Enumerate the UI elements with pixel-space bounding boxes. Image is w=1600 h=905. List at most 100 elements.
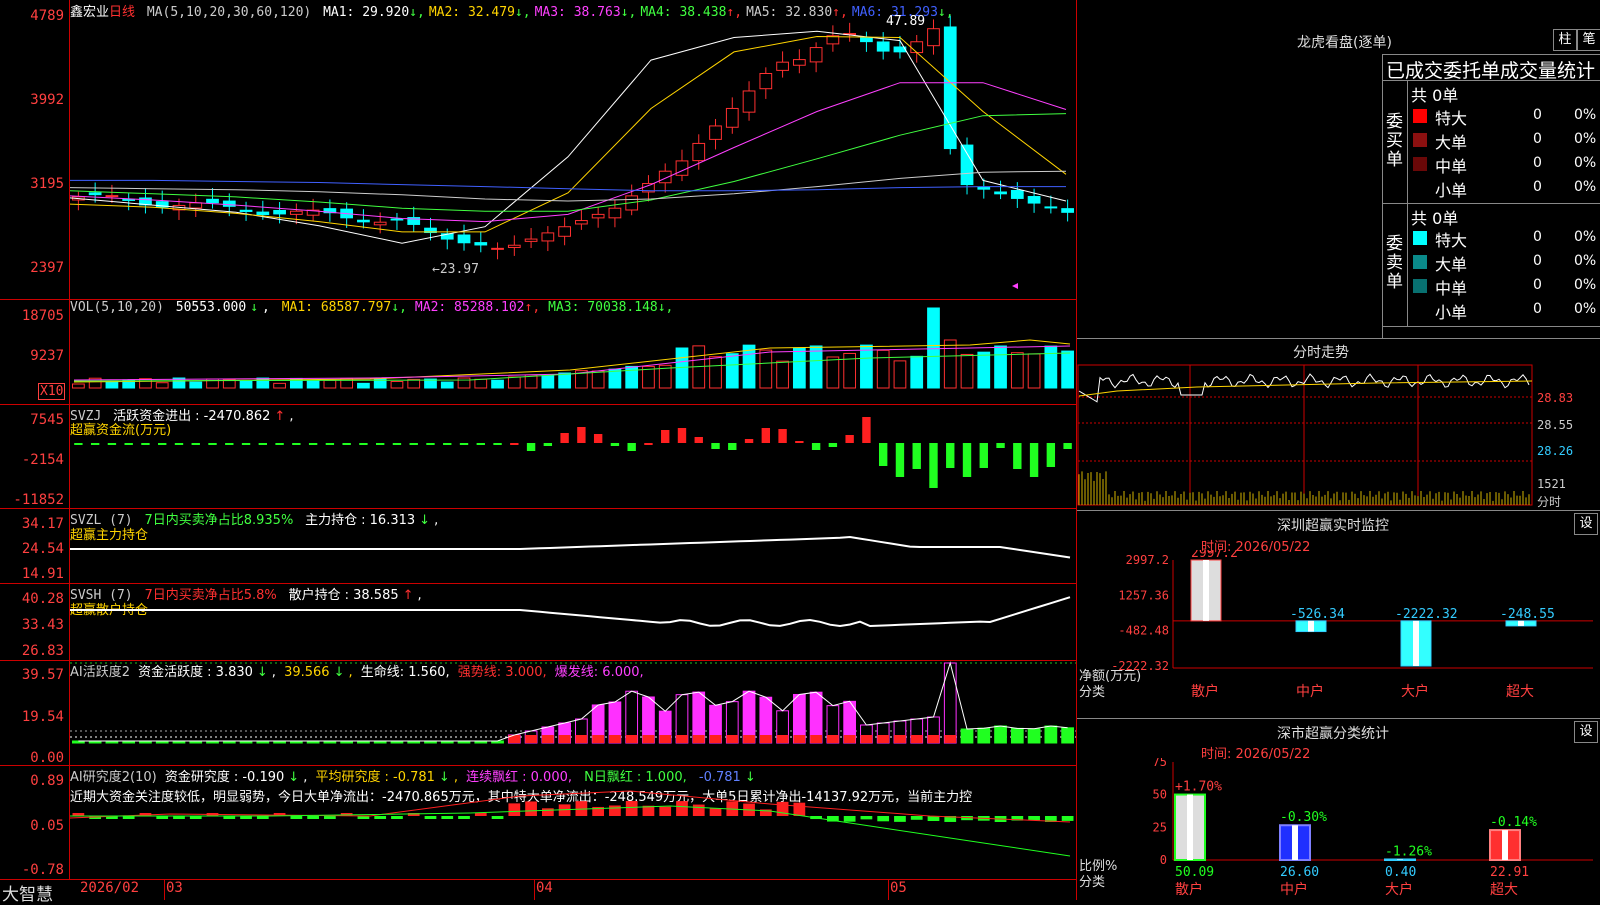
ai-research-axis-label: 0.89 (30, 773, 64, 789)
sz-monitor-xlabel: 分类 (1079, 685, 1105, 700)
fund-flow-bar (895, 443, 905, 477)
activity-base-bar (625, 735, 638, 743)
high-price-annotation: 47.89 (886, 14, 926, 29)
research-bar (441, 816, 454, 819)
fund-flow-bar (359, 443, 368, 445)
fund-flow-bar (258, 443, 268, 445)
fund-flow-bar (308, 443, 318, 445)
volume-bar (776, 360, 789, 389)
research-bar (676, 801, 688, 816)
fund-flow-bar (459, 443, 469, 445)
price-pane[interactable]: 鑫宏业日线 MA(5,10,20,30,60,120) MA1: 29.920↓… (0, 0, 1077, 299)
intraday-chart[interactable] (1077, 361, 1600, 509)
candle-body (960, 144, 974, 186)
fund-flow-bar (677, 428, 687, 443)
bar-view-button[interactable]: 柱 (1553, 29, 1577, 51)
fund-flow-bar (107, 443, 117, 445)
candle-body (1010, 189, 1024, 199)
sz-monitor-value-label: -248.55 (1500, 607, 1555, 622)
research-bar (1061, 816, 1074, 821)
order-percent: 0% (1574, 229, 1597, 245)
price-axis-label: 2397 (30, 260, 64, 276)
pen-view-button[interactable]: 笔 (1577, 29, 1600, 51)
order-size-swatch (1413, 231, 1427, 245)
svzl-axis-label: 24.54 (21, 541, 64, 557)
research-bar (910, 816, 923, 820)
sz-monitor-bar-shine (1308, 620, 1314, 632)
fund-flow-bar (392, 443, 402, 445)
sz-monitor-bar-shine (1413, 620, 1419, 666)
fund-flow-bar (476, 443, 485, 445)
candle-body (692, 142, 706, 162)
intraday-axis-label: 28.55 (1537, 418, 1574, 432)
sz-class-chart[interactable]: 75 50 25 0 +1.70% 50.09散户 -0.30% 26.60中户 -1.26% 0… (1077, 758, 1600, 900)
candle-body (390, 218, 404, 221)
fund-flow-bar (761, 428, 771, 443)
candle-body (558, 226, 571, 237)
sz-class-settings-button[interactable]: 设 (1574, 721, 1598, 743)
candle-body (910, 41, 924, 54)
sz-monitor-chart[interactable]: 2997.2 1257.36 -482.48 -2222.32 2997.2 散户 -526… (1077, 550, 1600, 718)
order-size-label: 中单 (1435, 279, 1468, 298)
sz-class-value-label: 26.60 (1280, 865, 1319, 880)
fund-flow-bar (526, 443, 536, 451)
activity-base-bar (642, 735, 655, 743)
candle-body (524, 238, 538, 242)
ai-active-chart[interactable] (70, 661, 1076, 765)
fund-flow-bar (946, 443, 955, 468)
lhb-title: 龙虎看盘(逐单) (1297, 35, 1392, 51)
volume-chart[interactable] (70, 300, 1076, 404)
activity-base-bar (558, 735, 571, 743)
order-percent: 0% (1574, 277, 1597, 293)
volume-bar (709, 356, 722, 389)
time-axis-label: 05 (890, 880, 907, 896)
candle-body (977, 186, 991, 190)
sz-monitor-settings-button[interactable]: 设 (1574, 513, 1598, 535)
candle-body (591, 213, 605, 219)
research-bar (424, 816, 437, 819)
candle-body (457, 234, 471, 244)
research-bar (609, 805, 621, 816)
order-percent: 0% (1574, 301, 1597, 317)
order-size-swatch (1413, 303, 1427, 317)
research-bar (894, 816, 906, 822)
order-size-label: 中单 (1435, 157, 1468, 176)
volume-bar (943, 339, 957, 389)
order-size-label: 大单 (1435, 255, 1468, 274)
sz-class-category: 超大 (1490, 882, 1518, 898)
sz-monitor-axis-label: -482.48 (1118, 624, 1169, 638)
volume-bar (440, 381, 454, 389)
candlestick-chart[interactable] (70, 0, 1076, 299)
order-size-label: 小单 (1435, 303, 1468, 322)
activity-base-bar (827, 735, 839, 743)
activity-base-bar (575, 735, 588, 743)
activity-base-bar (860, 735, 873, 743)
activity-base-bar (843, 735, 856, 743)
candle-body (1044, 206, 1058, 209)
svzl-chart[interactable] (70, 509, 1076, 583)
brand-label: 大智慧 (2, 885, 53, 905)
candle-body (675, 160, 689, 176)
ai-research-chart[interactable] (70, 766, 1076, 879)
candle-body (1027, 196, 1041, 204)
research-bar (541, 808, 554, 816)
sz-monitor-ylabel: 净额(万元) (1079, 669, 1141, 684)
fund-flow-bar (694, 437, 703, 443)
fund-flow-bar (325, 443, 335, 445)
volume-bar (155, 382, 169, 389)
svzj-chart[interactable] (70, 405, 1076, 508)
volume-bar (558, 372, 571, 389)
research-bar (793, 802, 806, 816)
ma-line-ma2 (70, 35, 1067, 233)
candle-body (709, 125, 722, 140)
svzj-axis-label: -11852 (13, 492, 64, 508)
activity-base-bar (927, 735, 940, 743)
svsh-chart[interactable] (70, 584, 1076, 660)
sz-class-category: 大户 (1385, 881, 1413, 898)
research-bar (324, 816, 336, 819)
vol-axis-label: 18705 (21, 308, 64, 324)
main-chart-area[interactable]: 鑫宏业日线 MA(5,10,20,30,60,120) MA1: 29.920↓… (0, 0, 1077, 905)
volume-bar (1061, 350, 1074, 389)
volume-bar (357, 382, 370, 389)
sz-monitor-value-label: 2997.2 (1191, 550, 1238, 561)
